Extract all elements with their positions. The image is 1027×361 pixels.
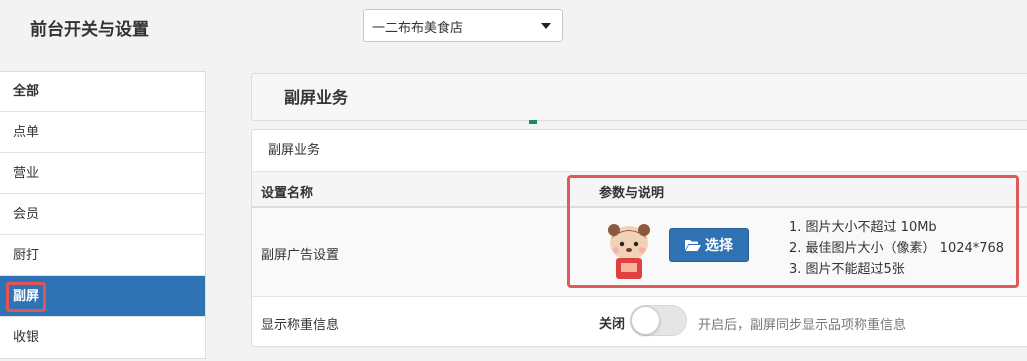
sidebar-item-label: 厨打 [13,248,40,263]
section-header: 副屏业务 [251,73,1027,121]
list-item: 3. 图片不能超过5张 [789,262,905,277]
sidebar-item-label: 收银 [13,330,40,345]
page-title: 前台开关与设置 [30,20,149,40]
choose-button-label: 选择 [705,238,733,254]
sidebar-item-label: 点单 [13,125,40,140]
sidebar-item-label: 会员 [13,207,40,222]
card-title: 副屏业务 [252,130,1027,172]
sidebar-item-label: 全部 [13,84,40,99]
store-select-value: 一二布布美食店 [372,21,464,36]
sidebar: 全部 点单 营业 会员 厨打 副屏 收银 [0,71,206,359]
setting-name: 显示称重信息 [261,318,340,333]
sidebar-item-all[interactable]: 全部 [0,72,205,112]
table-header-row: 设置名称 参数与说明 [252,172,1027,208]
list-item: 2. 最佳图片大小（像素） 1024*768 [789,241,1005,256]
setting-name: 副屏广告设置 [261,248,340,263]
sidebar-item-secondary-screen[interactable]: 副屏 [0,276,205,317]
settings-card: 副屏业务 设置名称 参数与说明 副屏广告设置 选择 1. 图片大小不超过 10M… [251,129,1027,347]
sidebar-item-cashier[interactable]: 收银 [0,317,205,358]
sidebar-item-order[interactable]: 点单 [0,112,205,153]
sidebar-item-business[interactable]: 营业 [0,153,205,194]
toggle-knob [631,306,660,335]
weight-info-toggle[interactable] [630,305,687,336]
sidebar-item-member[interactable]: 会员 [0,194,205,235]
ad-image-thumbnail[interactable] [604,221,654,281]
sidebar-item-label: 副屏 [6,282,47,312]
store-select[interactable]: 一二布布美食店 [363,9,563,42]
choose-image-button[interactable]: 选择 [669,228,749,262]
folder-open-icon [685,239,701,251]
toggle-hint: 开启后，副屏同步显示品项称重信息 [698,318,907,333]
table-row-ad-setting: 副屏广告设置 选择 1. 图片大小不超过 10Mb 2. 最佳图片大小（像素） … [252,208,1027,297]
column-header-desc: 参数与说明 [599,186,665,201]
chevron-down-icon [541,23,551,29]
table-row-weight-setting: 显示称重信息 关闭 开启后，副屏同步显示品项称重信息 [252,297,1027,347]
sidebar-item-kitchen-print[interactable]: 厨打 [0,235,205,276]
list-item: 1. 图片大小不超过 10Mb [789,220,937,235]
sidebar-item-label: 营业 [13,166,40,181]
column-header-name: 设置名称 [261,186,314,201]
ad-rules-list: 1. 图片大小不超过 10Mb 2. 最佳图片大小（像素） 1024*768 3… [789,217,1004,280]
toggle-state-label: 关闭 [599,317,626,332]
decorative-mark [529,120,537,124]
